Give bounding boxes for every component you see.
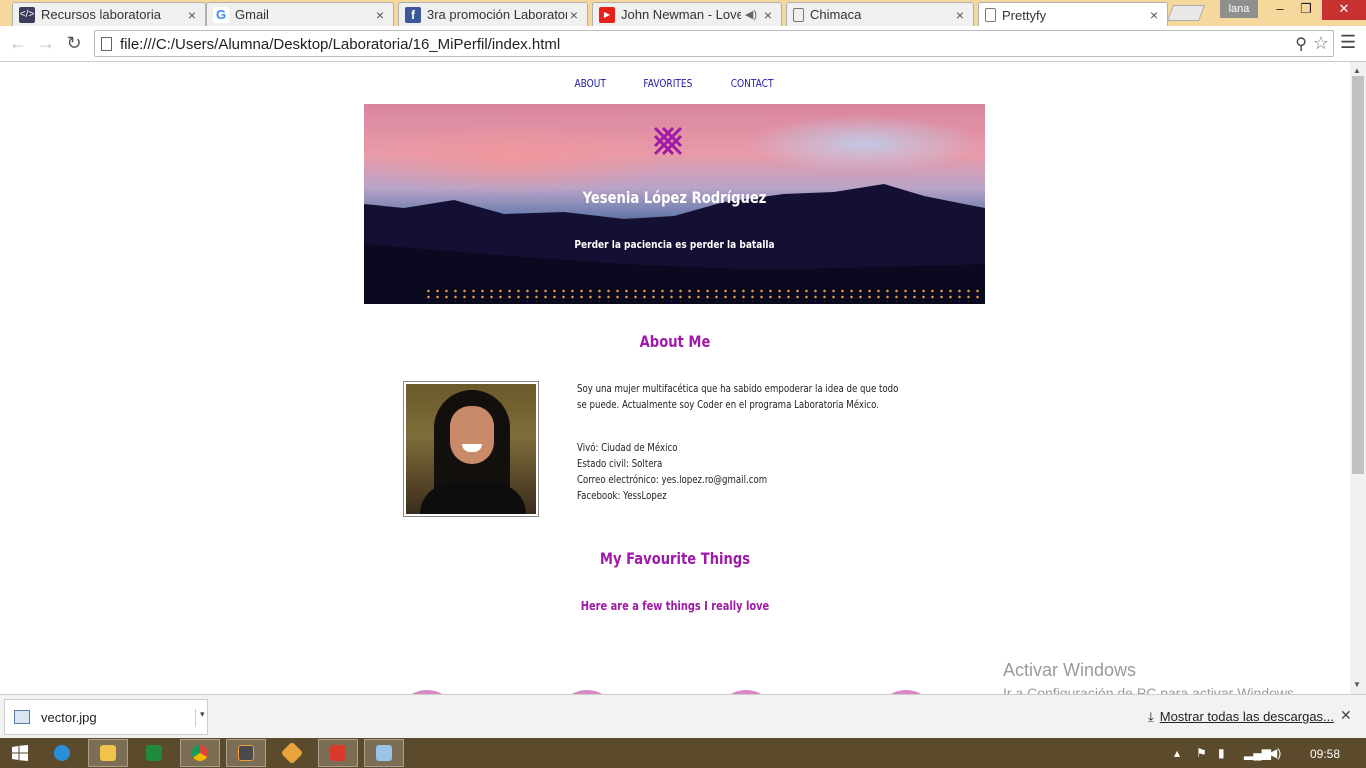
scroll-thumb[interactable] [1352, 76, 1364, 474]
document-icon [985, 8, 996, 22]
paint-icon[interactable] [364, 739, 404, 767]
tab-title: John Newman - Love M [621, 7, 741, 22]
address-bar[interactable]: file:///C:/Users/Alumna/Desktop/Laborato… [94, 30, 1334, 57]
tab-youtube[interactable]: ▶ John Newman - Love M ◀) × [592, 2, 782, 26]
hero-banner: Yesenia López Rodríguez Perder la pacien… [364, 104, 985, 304]
about-text: Soy una mujer multifacética que ha sabid… [577, 381, 898, 504]
forward-icon[interactable]: → [34, 32, 58, 56]
tab-title: Prettyfy [1002, 7, 1047, 23]
show-hidden-icons[interactable]: ▴ [1174, 746, 1180, 760]
logo-icon [653, 126, 683, 156]
volume-icon[interactable]: ◀) [1268, 746, 1281, 760]
tab-gmail[interactable]: G Gmail × [206, 2, 394, 26]
city-lights [424, 288, 984, 302]
scroll-up-icon[interactable]: ▲ [1353, 66, 1361, 75]
document-icon [793, 7, 804, 22]
profile-name: Yesenia López Rodríguez [582, 188, 767, 207]
detail-facebook: Facebook: YessLopez [577, 490, 667, 502]
file-explorer-icon[interactable] [88, 739, 128, 767]
close-icon[interactable]: × [185, 7, 199, 23]
favorites-heading: My Favourite Things [599, 549, 751, 568]
tab-chimaca[interactable]: Chimaca × [786, 2, 974, 26]
internet-explorer-icon[interactable] [42, 739, 82, 767]
page-scrollbar[interactable]: ▲ ▼ [1350, 62, 1366, 694]
facebook-icon: f [405, 6, 421, 23]
restore-icon[interactable]: ❐ [1292, 0, 1320, 20]
close-icon[interactable]: × [567, 7, 581, 23]
google-icon: G [213, 6, 229, 23]
page-viewport: ABOUT FAVORITES CONTACT Yesenia López Ro… [0, 62, 1350, 694]
downloads-shelf: vector.jpg ▾ ⤓ Mostrar todas las descarga… [0, 694, 1366, 738]
bookmark-star-icon[interactable]: ☆ [1313, 33, 1329, 54]
tab-prettyfy[interactable]: Prettyfy × [978, 2, 1168, 27]
network-icon[interactable]: ▂▄▆ [1244, 746, 1271, 760]
menu-icon[interactable]: ☰ [1340, 32, 1356, 53]
zoom-icon[interactable]: ⚲ [1295, 34, 1307, 54]
detail-city: Vivó: Ciudad de México [577, 442, 678, 454]
download-item[interactable]: vector.jpg ▾ [4, 699, 208, 735]
youtube-icon: ▶ [599, 6, 615, 23]
new-tab-button[interactable] [1167, 5, 1205, 21]
tab-title: Chimaca [810, 7, 862, 22]
site-nav: ABOUT FAVORITES CONTACT [0, 74, 1350, 92]
git-icon[interactable] [272, 739, 312, 767]
url-text[interactable]: file:///C:/Users/Alumna/Desktop/Laborato… [120, 36, 560, 53]
close-shelf-icon[interactable]: ✕ [1340, 707, 1352, 724]
close-icon[interactable]: × [761, 7, 775, 23]
windows-taskbar: ▴ ⚑ ▮ ▂▄▆ ◀) 09:58 [0, 738, 1366, 768]
favorites-subheading: Here are a few things I really love [580, 599, 770, 613]
sublime-text-icon[interactable] [226, 739, 266, 767]
tab-facebook[interactable]: f 3ra promoción Laboratori × [398, 2, 588, 26]
window-close-icon[interactable]: ✕ [1322, 0, 1366, 20]
scroll-down-icon[interactable]: ▼ [1353, 680, 1361, 689]
download-filename[interactable]: vector.jpg [41, 710, 97, 725]
download-icon: ⤓ [1148, 709, 1154, 724]
close-icon[interactable]: × [373, 7, 387, 23]
back-icon[interactable]: ← [6, 32, 30, 56]
watermark-title: Activar Windows [1003, 660, 1137, 680]
image-file-icon [14, 710, 30, 724]
browser-toolbar: ← → ↻ file:///C:/Users/Alumna/Desktop/La… [0, 26, 1366, 62]
windows-start-icon[interactable] [0, 739, 40, 767]
tab-title: 3ra promoción Laboratori [427, 7, 567, 22]
clock[interactable]: 09:58 [1310, 747, 1340, 761]
detail-email: Correo electrónico: yes.lopez.ro@gmail.c… [577, 474, 768, 486]
page-info-icon[interactable] [101, 37, 112, 51]
speaker-icon: ◀) [744, 9, 757, 21]
profile-photo [403, 381, 539, 517]
close-icon[interactable]: × [953, 7, 967, 23]
tab-strip: </> Recursos laboratoria × G Gmail × f 3… [0, 0, 1366, 27]
close-icon[interactable]: × [1147, 7, 1161, 23]
about-intro: Soy una mujer multifacética que ha sabid… [577, 383, 899, 411]
show-all-downloads-link[interactable]: ⤓ Mostrar todas las descargas... [1148, 709, 1334, 725]
tab-title: Recursos laboratoria [41, 7, 161, 22]
excel-icon[interactable] [134, 739, 174, 767]
minimize-icon[interactable]: – [1266, 0, 1294, 20]
acrobat-icon[interactable] [318, 739, 358, 767]
chrome-icon[interactable] [180, 739, 220, 767]
download-options-icon[interactable]: ▾ [195, 709, 205, 727]
show-all-label[interactable]: Mostrar todas las descargas... [1160, 709, 1334, 724]
action-center-flag-icon[interactable]: ⚑ [1196, 746, 1207, 760]
battery-icon[interactable]: ▮ [1218, 746, 1225, 760]
nav-favorites-link[interactable]: FAVORITES [644, 77, 693, 90]
tab-recursos-laboratoria[interactable]: </> Recursos laboratoria × [12, 2, 206, 26]
detail-marital-status: Estado civil: Soltera [577, 458, 663, 470]
nav-contact-link[interactable]: CONTACT [731, 77, 774, 90]
code-icon: </> [19, 6, 35, 23]
profile-motto: Perder la paciencia es perder la batalla [574, 238, 775, 251]
about-heading: About Me [639, 332, 711, 351]
reload-icon[interactable]: ↻ [62, 32, 86, 56]
profile-button[interactable]: lana [1220, 0, 1258, 18]
tab-title: Gmail [235, 7, 269, 22]
nav-about-link[interactable]: ABOUT [575, 77, 606, 90]
